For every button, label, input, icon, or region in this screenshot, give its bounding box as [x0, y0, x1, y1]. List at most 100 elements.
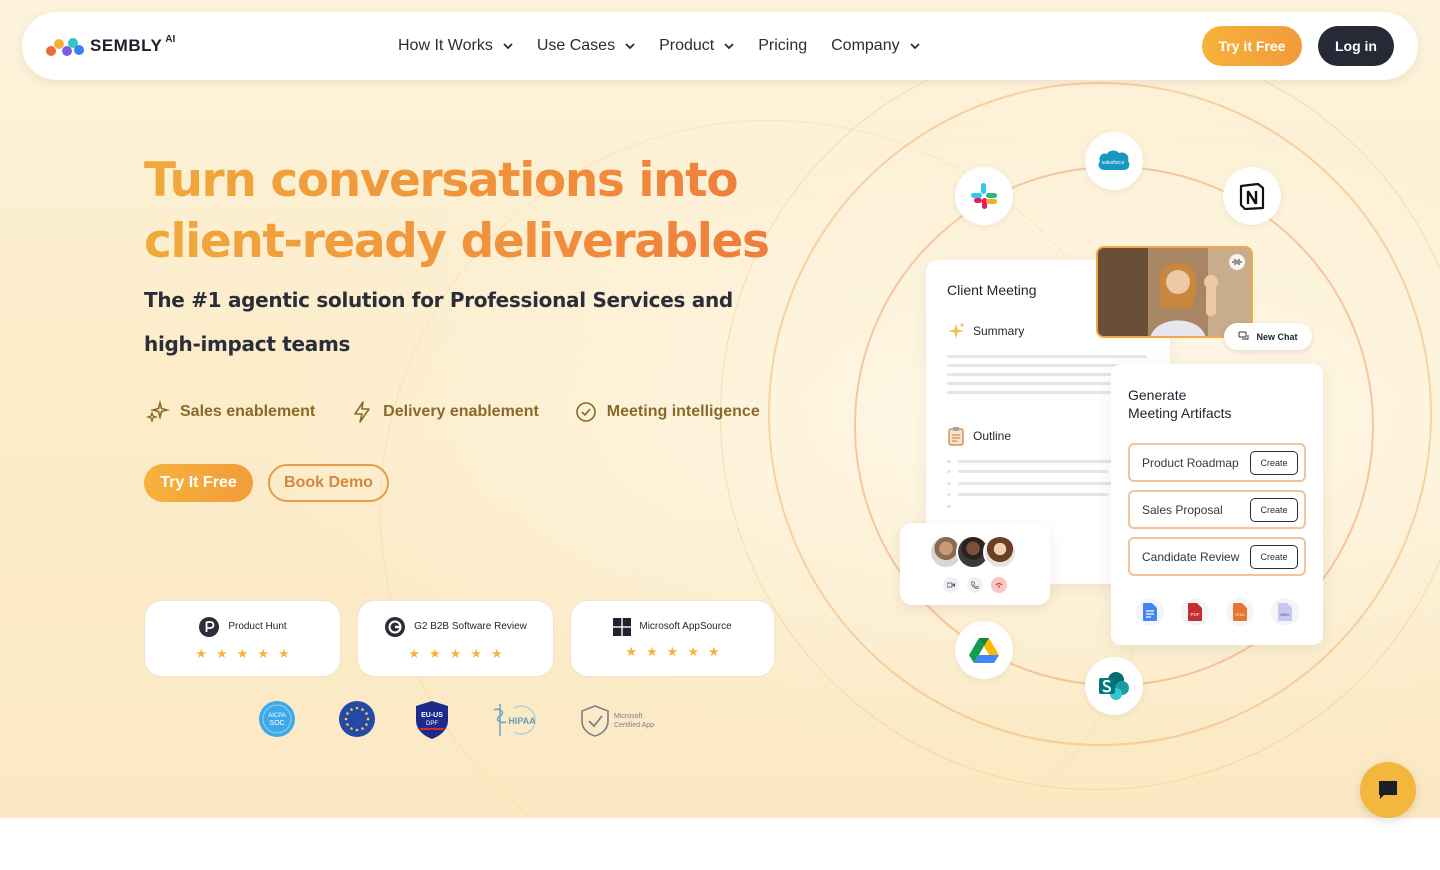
pdf-icon[interactable]: PDF [1181, 598, 1209, 626]
nav-item-label: Company [831, 37, 900, 54]
logo-text: SEMBLY [90, 36, 163, 55]
artifact-label: Candidate Review [1142, 549, 1240, 564]
text-placeholder-line [947, 482, 951, 485]
nav-item-company[interactable]: Company [831, 37, 920, 55]
text-placeholder-line [958, 470, 1108, 473]
text-placeholder-line [947, 382, 1137, 385]
svg-text:EU-US: EU-US [421, 712, 443, 719]
nav-item-use-cases[interactable]: Use Cases [537, 37, 635, 55]
microsoft-icon [613, 617, 632, 636]
notion-icon [1223, 167, 1281, 225]
chat-bubble-icon [1379, 781, 1397, 799]
svg-text:SOC: SOC [269, 720, 284, 727]
star-rating: ★★★★★ [408, 645, 512, 661]
artifact-label: Product Roadmap [1142, 455, 1239, 470]
svg-text:PDF: PDF [1191, 612, 1200, 617]
nav-item-how-it-works[interactable]: How It Works [398, 37, 513, 55]
video-camera-icon[interactable] [943, 577, 959, 593]
feature-sales-enablement: Sales enablement [146, 400, 315, 424]
nav-item-product[interactable]: Product [659, 37, 734, 55]
text-placeholder-line [947, 373, 1127, 376]
sparkle-icon [948, 323, 964, 339]
title-line: Generate [1128, 387, 1187, 403]
svg-text:AICPA: AICPA [268, 713, 286, 719]
html-icon[interactable]: HTML [1226, 598, 1254, 626]
artifact-label: Sales Proposal [1142, 502, 1223, 517]
subhead-line: high-impact teams [144, 332, 351, 356]
audio-wave-icon [1229, 254, 1245, 270]
nav-item-label: Pricing [758, 37, 808, 54]
svg-text:salesforce: salesforce [1102, 160, 1125, 166]
feature-label: Delivery enablement [383, 403, 539, 420]
text-placeholder-line [947, 505, 951, 508]
feature-label: Meeting intelligence [606, 403, 760, 420]
eu-us-dpf-badge: EU-US DPF [416, 701, 448, 739]
logo-suffix: AI [165, 33, 176, 45]
outline-row: Outline [947, 426, 1011, 446]
review-card-g2[interactable]: G2 B2B Software Review ★★★★★ [357, 600, 554, 677]
artifact-sales-proposal: Sales Proposal Create [1128, 490, 1306, 529]
nav-item-pricing[interactable]: Pricing [758, 37, 807, 55]
text-placeholder-line [947, 493, 951, 496]
chevron-down-icon [625, 43, 635, 50]
outline-label: Outline [973, 429, 1012, 443]
artifact-candidate-review: Candidate Review Create [1128, 537, 1306, 576]
review-name: G2 B2B Software Review [414, 621, 527, 632]
svg-text:HIPAA: HIPAA [508, 716, 536, 726]
markdown-icon[interactable]: MARK [1271, 598, 1299, 626]
nav-item-label: Product [659, 37, 715, 54]
text-placeholder-line [958, 482, 1118, 485]
svg-text:DPF: DPF [426, 721, 438, 727]
text-placeholder-line [947, 391, 1117, 394]
microsoft-certified-badge: Microsoft Certified App [581, 705, 654, 737]
feature-meeting-intelligence: Meeting intelligence [575, 401, 760, 423]
feature-delivery-enablement: Delivery enablement [351, 400, 539, 424]
review-header: G2 B2B Software Review [384, 616, 527, 638]
product-hunt-icon [199, 616, 220, 637]
create-button[interactable]: Create [1250, 497, 1298, 522]
google-drive-icon [955, 621, 1013, 679]
sembly-logo[interactable]: SEMBLY AI [46, 34, 175, 58]
new-chat-button[interactable]: New Chat [1224, 323, 1312, 350]
aicpa-soc-badge: AICPA SOC [259, 701, 295, 737]
create-button[interactable]: Create [1250, 544, 1298, 569]
g2-icon [385, 616, 406, 637]
svg-text:MARK: MARK [1280, 613, 1290, 617]
text-placeholder-line [947, 460, 951, 463]
nav-try-free-button[interactable]: Try it Free [1202, 26, 1302, 66]
phone-icon[interactable] [967, 577, 983, 593]
svg-text:HTML: HTML [1235, 613, 1245, 617]
live-chat-button[interactable] [1360, 762, 1416, 818]
end-call-icon[interactable] [991, 577, 1007, 593]
nav-item-label: Use Cases [536, 37, 616, 54]
call-participants-card [900, 523, 1050, 605]
nav-item-label: How It Works [398, 37, 493, 54]
generate-card-title: Generate Meeting Artifacts [1128, 386, 1308, 422]
login-button[interactable]: Log in [1318, 26, 1394, 66]
review-header: Product Hunt [198, 616, 287, 638]
hero-try-free-button[interactable]: Try It Free [144, 464, 253, 502]
summary-row: Summary [947, 322, 1024, 340]
review-card-microsoft[interactable]: Microsoft AppSource ★★★★★ [570, 600, 775, 677]
create-button[interactable]: Create [1250, 450, 1298, 475]
summary-label: Summary [973, 324, 1025, 338]
hero-subheadline: The #1 agentic solution for Professional… [144, 278, 754, 366]
headline-line: Turn conversations into [144, 153, 738, 208]
svg-text:Microsoft: Microsoft [614, 713, 642, 720]
hero-headline: Turn conversations into client-ready del… [144, 150, 804, 272]
text-placeholder-line [958, 460, 1118, 463]
review-card-product-hunt[interactable]: Product Hunt ★★★★★ [144, 600, 341, 677]
review-header: Microsoft AppSource [613, 617, 732, 636]
salesforce-icon: salesforce [1085, 132, 1143, 190]
text-placeholder-line [947, 355, 1147, 358]
chevron-down-icon [909, 43, 920, 50]
text-placeholder-line [947, 364, 1137, 367]
feature-list: Sales enablement Delivery enablement Mee… [146, 398, 796, 426]
book-demo-button[interactable]: Book Demo [268, 464, 389, 502]
google-docs-icon[interactable] [1136, 598, 1164, 626]
sparkle-icon [146, 400, 170, 424]
star-rating: ★★★★★ [625, 643, 729, 659]
top-navbar: SEMBLY AI How It Works Use Cases Product… [22, 12, 1418, 80]
check-circle-icon [575, 402, 596, 422]
review-name: Microsoft AppSource [639, 621, 732, 632]
